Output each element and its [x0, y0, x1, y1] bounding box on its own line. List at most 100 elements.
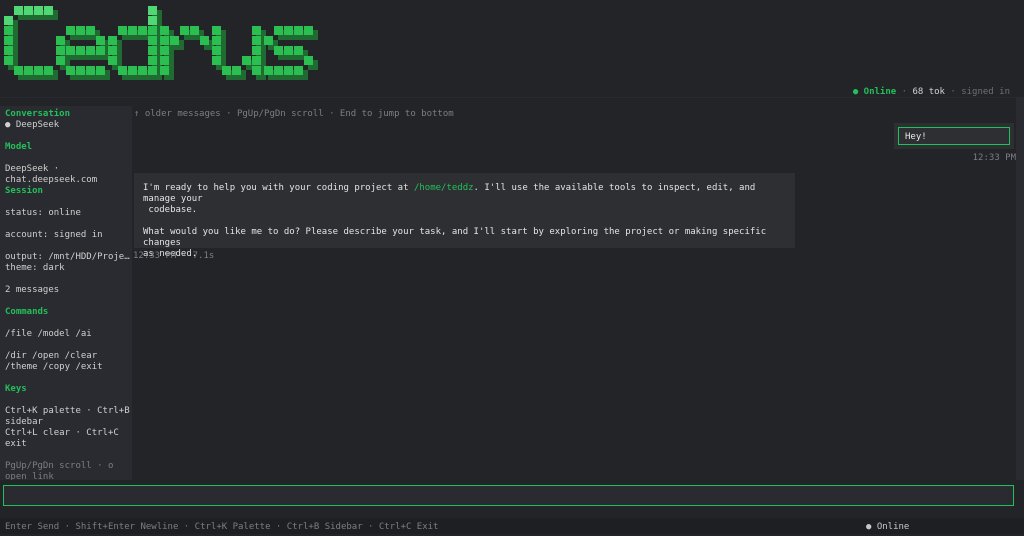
logo-pixel	[118, 26, 127, 35]
commands-line: /file /model /ai	[5, 329, 92, 339]
logo-pixel	[190, 26, 199, 35]
logo-pixel	[108, 56, 117, 65]
logo-pixel	[160, 46, 169, 55]
logo-pixel	[274, 46, 283, 55]
logo-pixel	[252, 46, 261, 55]
logo-pixel	[66, 26, 75, 35]
logo-pixel	[242, 56, 251, 65]
logo-pixel	[66, 66, 75, 75]
keys-heading: Keys	[5, 384, 27, 394]
logo-pixel	[304, 56, 313, 65]
logo-pixel	[96, 66, 105, 75]
logo-pixel	[148, 36, 157, 45]
keys-hint: PgUp/PgDn scroll · o	[5, 461, 114, 471]
path-link[interactable]: /home/teddz	[414, 183, 474, 193]
app-header	[0, 0, 1024, 86]
logo-pixel	[284, 66, 293, 75]
assistant-paragraph: I'm ready to help you with your coding p…	[143, 183, 756, 204]
session-account: account: signed in	[5, 230, 103, 240]
keys-line: sidebar	[5, 417, 43, 427]
logo-pixel	[86, 66, 95, 75]
footer-status: ● Online	[866, 522, 910, 532]
logo-pixel	[284, 26, 293, 35]
logo-pixel	[212, 26, 221, 35]
account-status: signed in	[961, 87, 1010, 97]
logo-pixel	[160, 66, 169, 75]
commands-heading: Commands	[5, 307, 49, 317]
session-theme: theme: dark	[5, 263, 65, 273]
logo-pixel	[200, 36, 209, 45]
logo-pixel	[294, 66, 303, 75]
logo-pixel	[170, 36, 179, 45]
divider	[0, 98, 1016, 106]
logo-pixel	[148, 46, 157, 55]
user-message: Hey!	[894, 123, 1014, 149]
assistant-paragraph-cont: codebase.	[143, 205, 198, 215]
user-message-text: Hey!	[898, 127, 1010, 145]
status-bar: ● Online · 68 tok · signed in	[0, 86, 1024, 98]
logo-pixel	[252, 26, 261, 35]
conversation-heading: Conversation	[5, 109, 71, 119]
logo-pixel	[44, 6, 53, 15]
footer: Enter Send · Shift+Enter Newline · Ctrl+…	[0, 518, 1024, 534]
keys-line: exit	[5, 439, 27, 449]
logo-pixel	[108, 36, 117, 45]
logo-pixel	[180, 26, 189, 35]
logo-pixel	[148, 66, 157, 75]
user-message-time: 12:33 PM	[972, 153, 1016, 163]
model-heading: Model	[5, 142, 33, 152]
keys-line: Ctrl+K palette · Ctrl+B	[5, 406, 130, 416]
logo-pixel	[160, 36, 169, 45]
model-host: chat.deepseek.com	[5, 175, 98, 185]
logo-pixel	[96, 46, 105, 55]
model-name: DeepSeek ·	[5, 164, 60, 174]
footer-shortcuts: Enter Send · Shift+Enter Newline · Ctrl+…	[5, 522, 439, 532]
logo-pixel	[148, 56, 157, 65]
sidebar: Conversation ● DeepSeek Model DeepSeek ·…	[0, 106, 132, 480]
assistant-paragraph-cont: as needed.	[143, 249, 198, 259]
logo-pixel	[118, 66, 127, 75]
logo-pixel	[212, 46, 221, 55]
conversation-item[interactable]: ● DeepSeek	[5, 120, 127, 131]
scroll-hint: ↑ older messages · PgUp/PgDn scroll · En…	[134, 109, 454, 119]
logo-pixel	[252, 56, 261, 65]
connection-status: ● Online · 68 tok · signed in	[852, 87, 1010, 97]
message-count: 2 messages	[5, 285, 60, 295]
logo-pixel	[252, 36, 261, 45]
logo-pixel	[128, 26, 137, 35]
logo-pixel	[108, 46, 117, 55]
logo-pixel	[294, 46, 303, 55]
logo-pixel	[160, 26, 169, 35]
logo-pixel	[14, 66, 23, 75]
logo-pixel	[128, 66, 137, 75]
logo-pixel	[56, 36, 65, 45]
logo-pixel	[304, 26, 313, 35]
logo-pixel	[66, 46, 75, 55]
logo-pixel	[4, 26, 13, 35]
logo-pixel	[86, 26, 95, 35]
logo-pixel	[4, 16, 13, 25]
logo-pixel	[212, 36, 221, 45]
logo-pixel	[86, 46, 95, 55]
message-input[interactable]	[3, 485, 1014, 506]
token-count: 68 tok	[912, 87, 945, 97]
keys-line: Ctrl+L clear · Ctrl+C	[5, 428, 119, 438]
logo-pixel	[44, 66, 53, 75]
logo-pixel	[76, 26, 85, 35]
logo-pixel	[148, 26, 157, 35]
scrollbar[interactable]	[1016, 98, 1024, 480]
logo-pixel	[24, 66, 33, 75]
logo-pixel	[34, 6, 43, 15]
session-status: status: online	[5, 208, 81, 218]
keys-hint: open link	[5, 472, 54, 480]
logo-pixel	[4, 56, 13, 65]
online-dot-icon: ●	[852, 87, 859, 97]
logo-pixel	[4, 46, 13, 55]
chat-area[interactable]: ↑ older messages · PgUp/PgDn scroll · En…	[132, 106, 1016, 480]
logo-pixel	[148, 6, 157, 15]
logo-pixel	[274, 26, 283, 35]
logo-pixel	[76, 66, 85, 75]
logo-pixel	[284, 46, 293, 55]
logo-pixel	[264, 66, 273, 75]
logo-pixel	[264, 36, 273, 45]
